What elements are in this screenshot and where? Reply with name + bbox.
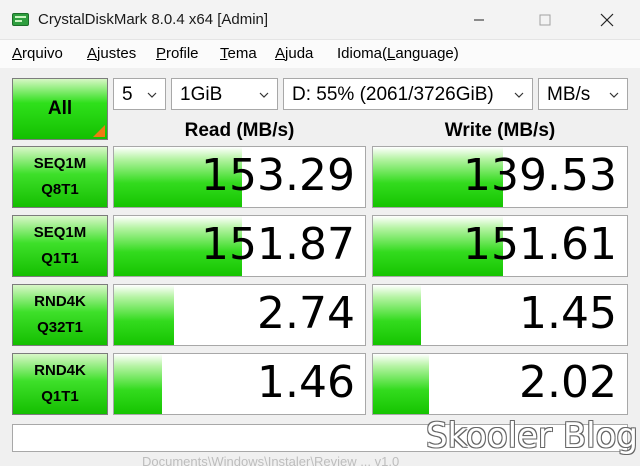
test-count-value: 5 [122,84,133,105]
read-result-cell: 2.74 [113,284,366,346]
unit-select[interactable]: MB/s [538,78,628,110]
write-result-bar [373,285,422,345]
menu-ajuda-mnemonic: A [275,45,286,62]
write-result-value: 1.45 [519,288,617,339]
write-result-value: 139.53 [463,150,617,201]
test-count-select[interactable]: 5 [113,78,166,110]
test-button-seq1m-q8t1[interactable]: SEQ1M Q8T1 [12,146,108,208]
write-result-cell: 1.45 [372,284,628,346]
test-button-seq1m-q1t1[interactable]: SEQ1M Q1T1 [12,215,108,277]
menu-idioma-label: anguage) [395,45,459,62]
test-size-select[interactable]: 1GiB [171,78,278,110]
all-tests-label: All [47,98,73,119]
read-result-value: 153.29 [201,150,355,201]
menu-idioma[interactable]: Idioma(Language) [337,45,459,62]
unit-value: MB/s [547,84,591,105]
background-faint-text: Documents\Windows\Instaler\Review ... v1… [142,454,400,466]
menu-profile[interactable]: Profile [156,45,199,62]
drive-value: D: 55% (2061/3726GiB) [292,84,494,105]
menu-arquivo-mnemonic: A [12,45,23,62]
read-result-cell: 151.87 [113,215,366,277]
read-result-value: 151.87 [201,219,355,270]
test-button-rnd4k-q1t1[interactable]: RND4K Q1T1 [12,353,108,415]
test-params: Q1T1 [41,250,79,267]
menu-bar: Arquivo Ajustes Profile Tema Ajuda Idiom… [0,40,640,68]
menu-ajuda-label: juda [285,45,314,62]
watermark-logo: Skooler Blog [426,416,638,456]
read-result-bar [114,285,175,345]
crystaldiskmark-app-icon [12,13,29,26]
chevron-down-icon [609,92,619,98]
test-button-rnd4k-q32t1[interactable]: RND4K Q32T1 [12,284,108,346]
test-name: SEQ1M [33,155,87,172]
menu-tema-mnemonic: T [220,45,228,62]
test-name: RND4K [34,362,86,379]
test-params: Q32T1 [37,319,83,336]
minimize-icon [474,19,484,21]
test-params: Q1T1 [41,388,79,405]
corner-triangle-icon [93,125,105,137]
title-bar: CrystalDiskMark 8.0.4 x64 [Admin] [0,0,640,40]
read-result-cell: 1.46 [113,353,366,415]
chevron-down-icon [259,92,269,98]
write-result-cell: 139.53 [372,146,628,208]
write-result-value: 2.02 [519,357,617,408]
test-name: SEQ1M [33,224,87,241]
write-result-value: 151.61 [463,219,617,270]
menu-ajustes-mnemonic: A [87,45,98,62]
minimize-button[interactable] [456,0,502,40]
read-result-value: 1.46 [257,357,355,408]
write-result-cell: 2.02 [372,353,628,415]
test-size-value: 1GiB [180,84,223,105]
read-result-bar [114,354,162,414]
close-icon [600,13,614,27]
menu-tema[interactable]: Tema [220,45,257,62]
maximize-button[interactable] [522,0,568,40]
write-result-bar [373,354,429,414]
test-name: RND4K [34,293,86,310]
write-result-cell: 151.61 [372,215,628,277]
menu-idioma-prefix: Idioma( [337,45,388,62]
maximize-icon [539,14,551,26]
menu-tema-label: ema [227,45,257,62]
all-tests-button[interactable]: All [12,78,108,140]
read-column-header: Read (MB/s) [184,120,295,141]
menu-ajustes[interactable]: Ajustes [87,45,136,62]
close-button[interactable] [584,0,630,40]
chevron-down-icon [147,92,157,98]
window-title: CrystalDiskMark 8.0.4 x64 [Admin] [38,11,269,28]
chevron-down-icon [514,92,524,98]
menu-ajustes-label: justes [97,45,137,62]
read-result-cell: 153.29 [113,146,366,208]
menu-profile-label: rofile [166,45,199,62]
drive-select[interactable]: D: 55% (2061/3726GiB) [283,78,533,110]
menu-arquivo[interactable]: Arquivo [12,45,63,62]
write-column-header: Write (MB/s) [444,120,556,141]
read-result-value: 2.74 [257,288,355,339]
menu-ajuda[interactable]: Ajuda [275,45,313,62]
test-params: Q8T1 [41,181,79,198]
menu-profile-mnemonic: P [156,45,167,62]
menu-arquivo-label: rquivo [22,45,63,62]
